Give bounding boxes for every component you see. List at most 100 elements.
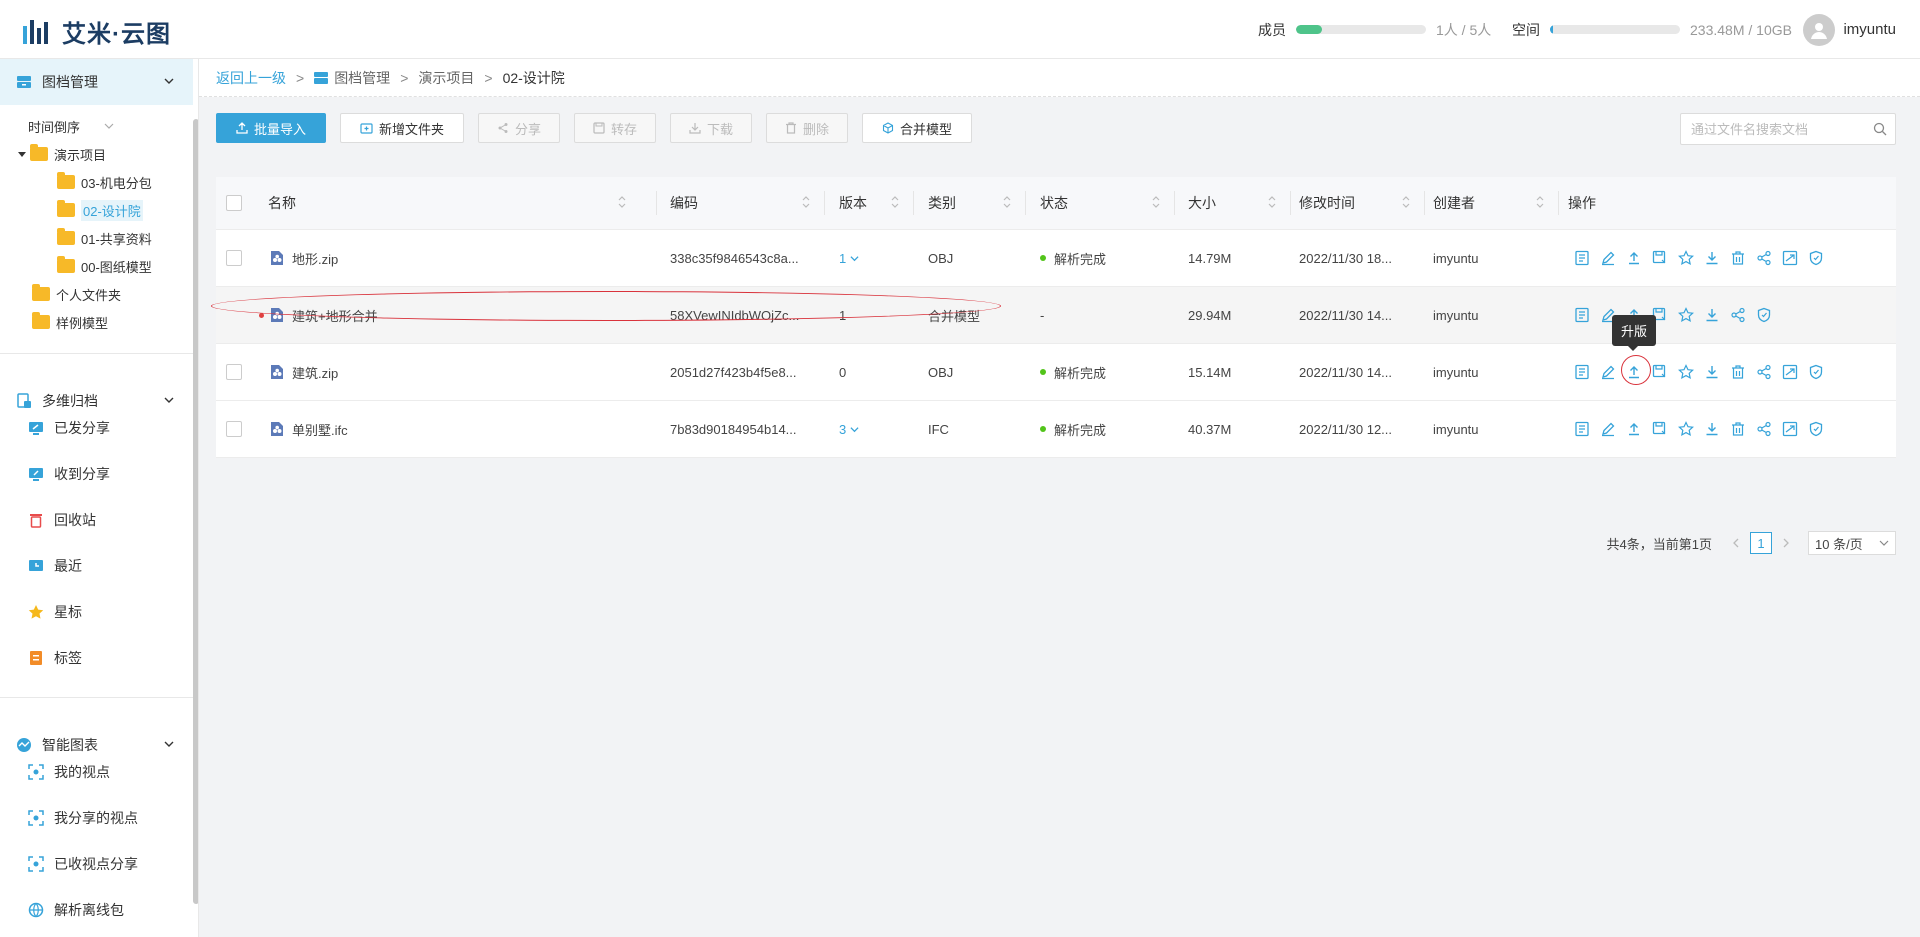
share-icon[interactable]: [1756, 421, 1772, 437]
star-outline-icon[interactable]: [1678, 364, 1694, 380]
back-link[interactable]: 返回上一级: [216, 68, 286, 88]
column-size[interactable]: 大小: [1188, 177, 1290, 229]
compare-icon[interactable]: [1782, 421, 1798, 437]
nav-recent[interactable]: 最近: [28, 551, 82, 581]
detail-icon[interactable]: [1574, 307, 1590, 323]
share-icon[interactable]: [1756, 364, 1772, 380]
section-document-management[interactable]: 图档管理: [0, 59, 193, 105]
breadcrumb-root[interactable]: 图档管理: [334, 68, 390, 88]
row-checkbox[interactable]: [226, 421, 242, 437]
column-status[interactable]: 状态: [1040, 177, 1174, 229]
page-number[interactable]: 1: [1750, 532, 1772, 554]
shield-icon[interactable]: [1808, 364, 1824, 380]
save-as-icon[interactable]: [1652, 421, 1668, 437]
column-name[interactable]: 名称: [268, 177, 640, 229]
file-name[interactable]: 建筑.zip: [292, 363, 338, 382]
sort-icon[interactable]: [1268, 195, 1276, 209]
nav-tags[interactable]: 标签: [28, 643, 82, 673]
tree-item-mep[interactable]: 03-机电分包: [57, 169, 152, 195]
sort-icon[interactable]: [618, 195, 626, 209]
page-size-select[interactable]: 10 条/页: [1808, 531, 1896, 555]
compare-icon[interactable]: [1782, 364, 1798, 380]
transfer-button[interactable]: 转存: [574, 113, 656, 143]
user-menu[interactable]: imyuntu: [1803, 0, 1896, 59]
column-version[interactable]: 版本: [839, 177, 913, 229]
search-input[interactable]: [1681, 120, 1873, 138]
column-modified[interactable]: 修改时间: [1299, 177, 1424, 229]
sort-dropdown[interactable]: 时间倒序: [28, 113, 114, 139]
upgrade-icon[interactable]: [1626, 421, 1642, 437]
share-button[interactable]: 分享: [478, 113, 560, 143]
nav-offline-packages[interactable]: 解析离线包: [28, 895, 124, 925]
edit-icon[interactable]: [1600, 421, 1616, 437]
download-icon[interactable]: [1704, 307, 1720, 323]
star-outline-icon[interactable]: [1678, 421, 1694, 437]
trash-icon[interactable]: [1730, 250, 1746, 266]
trash-icon[interactable]: [1730, 421, 1746, 437]
detail-icon[interactable]: [1574, 421, 1590, 437]
prev-page-button[interactable]: [1726, 532, 1746, 554]
sort-icon[interactable]: [802, 195, 810, 209]
nav-my-viewpoints[interactable]: 我的视点: [28, 757, 110, 787]
nav-my-shared-viewpoints[interactable]: 我分享的视点: [28, 803, 138, 833]
breadcrumb-level1[interactable]: 演示项目: [418, 68, 474, 88]
column-code[interactable]: 编码: [670, 177, 824, 229]
share-icon[interactable]: [1756, 250, 1772, 266]
select-all-checkbox[interactable]: [226, 177, 242, 229]
sort-icon[interactable]: [1536, 195, 1544, 209]
table-row[interactable]: 地形.zip 338c35f9846543c8a... 1 OBJ 解析完成 1…: [216, 230, 1896, 287]
download-icon[interactable]: [1704, 250, 1720, 266]
download-icon[interactable]: [1704, 421, 1720, 437]
batch-import-button[interactable]: 批量导入: [216, 113, 326, 143]
edit-icon[interactable]: [1600, 364, 1616, 380]
edit-icon[interactable]: [1600, 250, 1616, 266]
download-icon: [689, 123, 701, 134]
sort-icon[interactable]: [1152, 195, 1160, 209]
sort-icon[interactable]: [1003, 195, 1011, 209]
row-checkbox[interactable]: [226, 364, 242, 380]
tree-item-design-institute[interactable]: 02-设计院: [57, 197, 143, 223]
column-type[interactable]: 类别: [928, 177, 1025, 229]
shield-icon[interactable]: [1756, 307, 1772, 323]
tree-item-demo-project[interactable]: 演示项目: [18, 141, 106, 167]
shield-icon[interactable]: [1808, 250, 1824, 266]
sort-icon[interactable]: [1402, 195, 1410, 209]
detail-icon[interactable]: [1574, 250, 1590, 266]
download-button[interactable]: 下载: [670, 113, 752, 143]
save-as-icon[interactable]: [1652, 364, 1668, 380]
row-checkbox[interactable]: [226, 250, 242, 266]
tree-item-shared[interactable]: 01-共享资料: [57, 225, 152, 251]
nav-recycle-bin[interactable]: 回收站: [28, 505, 96, 535]
tree-item-drawings[interactable]: 00-图纸模型: [57, 253, 152, 279]
nav-sent-shares[interactable]: 已发分享: [28, 413, 110, 443]
tree-item-personal[interactable]: 个人文件夹: [32, 281, 121, 307]
save-as-icon[interactable]: [1652, 250, 1668, 266]
star-outline-icon[interactable]: [1678, 250, 1694, 266]
shield-icon[interactable]: [1808, 421, 1824, 437]
trash-icon[interactable]: [1730, 364, 1746, 380]
avatar[interactable]: [1803, 13, 1836, 46]
star-outline-icon[interactable]: [1678, 307, 1694, 323]
new-folder-button[interactable]: 新增文件夹: [340, 113, 464, 143]
file-name[interactable]: 地形.zip: [292, 249, 338, 268]
search-icon[interactable]: [1873, 122, 1887, 136]
share-icon[interactable]: [1730, 307, 1746, 323]
nav-starred[interactable]: 星标: [28, 597, 82, 627]
table-row[interactable]: 单别墅.ifc 7b83d90184954b14... 3 IFC 解析完成 4…: [216, 401, 1896, 458]
column-creator[interactable]: 创建者: [1433, 177, 1558, 229]
upgrade-icon[interactable]: [1626, 250, 1642, 266]
delete-button[interactable]: 删除: [766, 113, 848, 143]
app-logo[interactable]: 艾米·云图: [22, 14, 171, 49]
download-icon[interactable]: [1704, 364, 1720, 380]
version-dropdown[interactable]: 1: [839, 251, 859, 266]
next-page-button[interactable]: [1776, 532, 1796, 554]
sort-icon[interactable]: [891, 195, 899, 209]
nav-received-viewpoints[interactable]: 已收视点分享: [28, 849, 138, 879]
tree-item-samples[interactable]: 样例模型: [32, 309, 108, 335]
version-dropdown[interactable]: 3: [839, 422, 859, 437]
compare-icon[interactable]: [1782, 250, 1798, 266]
nav-received-shares[interactable]: 收到分享: [28, 459, 110, 489]
detail-icon[interactable]: [1574, 364, 1590, 380]
file-name[interactable]: 单别墅.ifc: [292, 420, 348, 439]
merge-model-button[interactable]: 合并模型: [862, 113, 972, 143]
